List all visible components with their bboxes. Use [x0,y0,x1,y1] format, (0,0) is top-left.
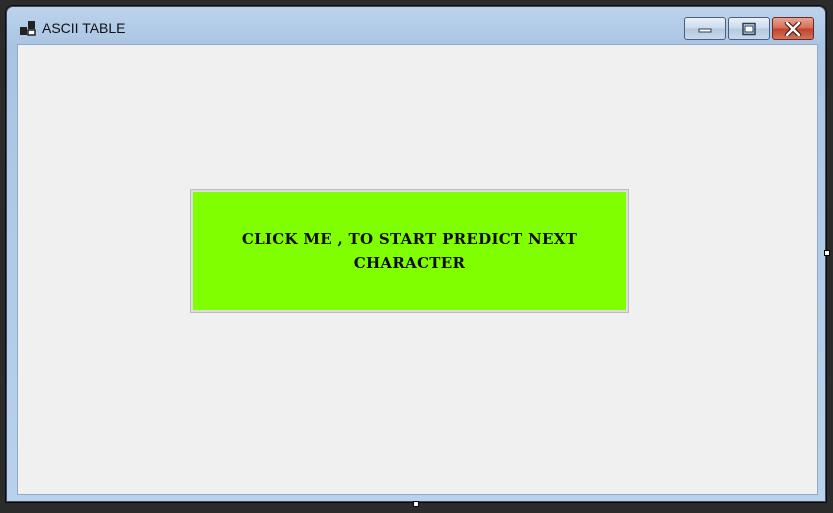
maximize-button[interactable] [728,17,770,40]
close-button[interactable] [772,17,814,40]
resize-handle-bottom[interactable] [413,501,419,507]
form-client-area: CLICK ME , TO START PREDICT NEXT CHARACT… [17,44,818,495]
close-icon [784,21,802,36]
resize-handle-right[interactable] [824,250,830,256]
caption-buttons [682,17,814,40]
start-predict-button-label: CLICK ME , TO START PREDICT NEXT CHARACT… [241,230,578,272]
minimize-icon [698,28,712,32]
title-bar[interactable]: ASCII TABLE [7,7,825,44]
window-title: ASCII TABLE [42,20,126,36]
app-window-icon [20,21,36,36]
maximize-icon [742,22,756,35]
form-window: ASCII TABLE CLICK ME , TO START PREDICT … [6,6,826,502]
start-predict-button[interactable]: CLICK ME , TO START PREDICT NEXT CHARACT… [190,189,629,313]
minimize-button[interactable] [684,17,726,40]
